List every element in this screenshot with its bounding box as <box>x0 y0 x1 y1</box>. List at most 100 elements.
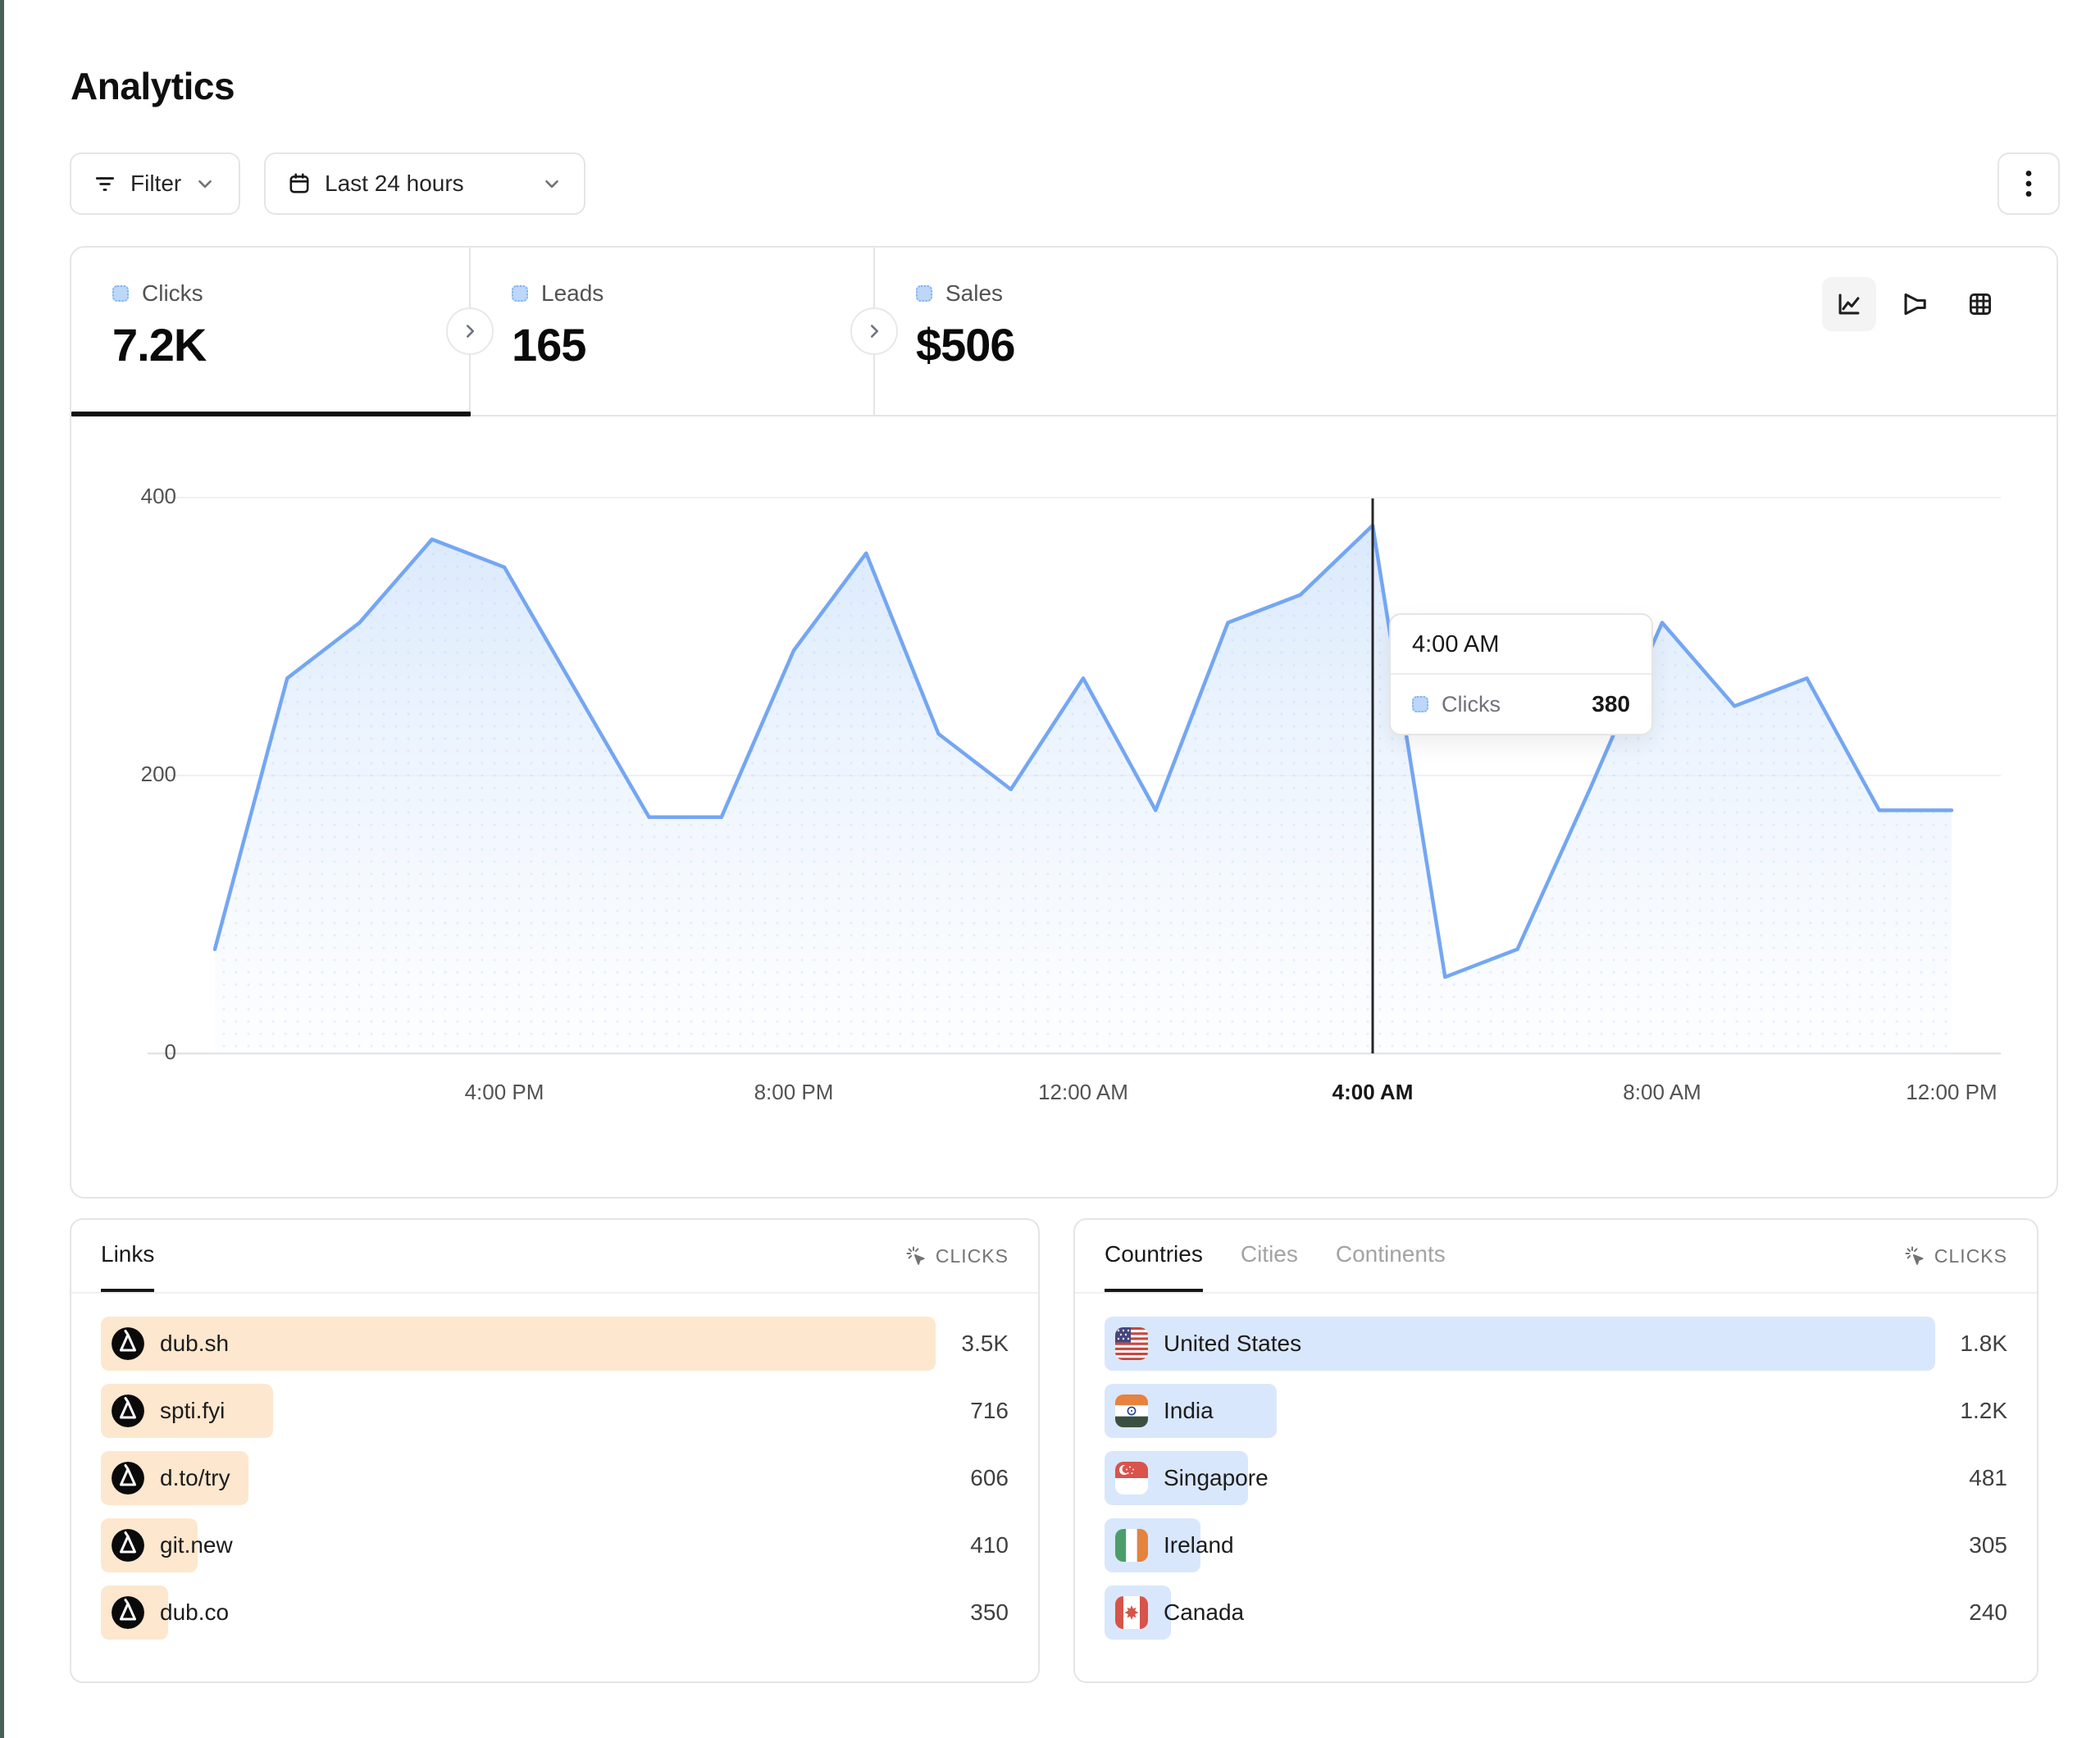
line-chart-icon <box>1834 289 1864 319</box>
cursor-rays-icon <box>1903 1244 1926 1267</box>
countries-metric-label: CLICKS <box>1934 1245 2007 1267</box>
chevron-down-icon <box>194 173 216 194</box>
y-tick-400: 400 <box>94 484 176 509</box>
list-item-canada[interactable]: Canada 240 <box>1105 1586 2007 1640</box>
expand-clicks-button[interactable] <box>446 307 494 355</box>
sales-value: $506 <box>916 318 1015 371</box>
ca-flag-icon <box>1115 1596 1148 1629</box>
row-label: Singapore <box>1164 1465 1269 1491</box>
row-label: United States <box>1164 1331 1301 1357</box>
active-tab-underline <box>71 412 471 416</box>
tab-sales[interactable]: Sales $506 <box>875 248 1278 416</box>
chevron-down-icon <box>541 173 563 194</box>
list-item-dub-co[interactable]: dub.co 350 <box>101 1586 1009 1640</box>
tab-continents-label: Continents <box>1336 1241 1446 1267</box>
tab-countries-label: Countries <box>1105 1241 1203 1267</box>
row-label: dub.sh <box>160 1331 229 1357</box>
row-label: dub.co <box>160 1599 229 1626</box>
row-label: Ireland <box>1164 1532 1234 1558</box>
us-flag-icon <box>1115 1327 1148 1360</box>
tab-links[interactable]: Links <box>101 1220 154 1292</box>
stat-label: Clicks <box>142 280 203 307</box>
list-item-united-states[interactable]: United States 1.8K <box>1105 1317 2007 1371</box>
cursor-rays-icon <box>904 1244 927 1267</box>
more-options-button[interactable] <box>1998 152 2060 215</box>
row-label: India <box>1164 1398 1214 1424</box>
list-item-dub-sh[interactable]: dub.sh 3.5K <box>101 1317 1009 1371</box>
tab-leads[interactable]: Leads 165 <box>471 248 873 416</box>
dub-logo-icon <box>112 1394 144 1427</box>
list-item-ireland[interactable]: Ireland 305 <box>1105 1518 2007 1572</box>
x-tick-400pm: 4:00 PM <box>439 1080 570 1105</box>
tooltip-value: 380 <box>1592 691 1630 717</box>
dub-logo-icon <box>112 1529 144 1562</box>
row-label: d.to/try <box>160 1465 230 1491</box>
vertical-dots-icon <box>2016 170 2041 198</box>
row-label: spti.fyi <box>160 1398 225 1424</box>
clicks-marker-icon <box>1412 696 1428 712</box>
stat-label: Leads <box>541 280 604 307</box>
clicks-marker-icon <box>112 285 129 302</box>
stats-tabs-row: Clicks 7.2K Leads 165 Sales $506 <box>71 248 2057 416</box>
chart-tooltip: 4:00 AM Clicks 380 <box>1389 613 1653 735</box>
area-dot-pattern <box>215 525 1952 1053</box>
list-item-singapore[interactable]: Singapore 481 <box>1105 1451 2007 1505</box>
tooltip-time: 4:00 AM <box>1391 615 1651 675</box>
row-value: 1.2K <box>1960 1398 2007 1424</box>
countries-panel: Countries Cities Continents CLICKS Unite… <box>1073 1218 2039 1683</box>
countries-metric-header[interactable]: CLICKS <box>1903 1244 2007 1267</box>
links-metric-label: CLICKS <box>936 1245 1009 1267</box>
x-tick-1200am: 12:00 AM <box>1018 1080 1149 1105</box>
links-metric-header[interactable]: CLICKS <box>904 1244 1009 1267</box>
dub-logo-icon <box>112 1327 144 1360</box>
list-item-git-new[interactable]: git.new410 <box>101 1518 1009 1572</box>
y-tick-0: 0 <box>94 1040 176 1065</box>
tab-cities[interactable]: Cities <box>1241 1220 1298 1292</box>
row-value: 240 <box>1969 1599 2007 1626</box>
list-item-spti-fyi[interactable]: spti.fyi 716 <box>101 1384 1009 1438</box>
ie-flag-icon <box>1115 1529 1148 1562</box>
table-grid-icon <box>1966 289 1995 319</box>
leads-marker-icon <box>512 285 528 302</box>
date-range-button[interactable]: Last 24 hours <box>264 152 585 215</box>
row-value: 410 <box>970 1532 1009 1558</box>
page-title: Analytics <box>71 64 235 108</box>
clicks-value: 7.2K <box>112 318 206 371</box>
calendar-icon <box>287 171 312 196</box>
list-item-d-to-try[interactable]: d.to/try 606 <box>101 1451 1009 1505</box>
table-view-button[interactable] <box>1953 277 2007 331</box>
tab-cities-label: Cities <box>1241 1241 1298 1267</box>
row-value: 350 <box>970 1599 1009 1626</box>
tab-clicks[interactable]: Clicks 7.2K <box>71 248 469 416</box>
row-value: 481 <box>1969 1465 2007 1491</box>
filter-button[interactable]: Filter <box>70 152 240 215</box>
row-value: 1.8K <box>1960 1331 2007 1357</box>
stat-label: Sales <box>945 280 1003 307</box>
clicks-area-chart[interactable] <box>148 490 2001 1064</box>
tab-continents[interactable]: Continents <box>1336 1220 1446 1292</box>
tooltip-series-label: Clicks <box>1442 692 1501 717</box>
links-panel: Links CLICKS dub.sh 3.5K spti.fyi 716 d.to/t… <box>70 1218 1040 1683</box>
sales-marker-icon <box>916 285 932 302</box>
dub-logo-icon <box>112 1596 144 1629</box>
y-tick-200: 200 <box>94 762 176 787</box>
funnel-chart-view-button[interactable] <box>1888 277 1942 331</box>
in-flag-icon <box>1115 1394 1148 1427</box>
row-value: 716 <box>970 1398 1009 1424</box>
row-value: 3.5K <box>961 1331 1009 1357</box>
row-value: 606 <box>970 1465 1009 1491</box>
funnel-chart-icon <box>1900 289 1929 319</box>
leads-value: 165 <box>512 318 604 371</box>
tab-countries[interactable]: Countries <box>1105 1220 1203 1292</box>
filter-icon <box>93 171 117 196</box>
x-tick-800pm: 8:00 PM <box>728 1080 859 1105</box>
list-item-india[interactable]: India 1.2K <box>1105 1384 2007 1438</box>
x-tick-1200pm: 12:00 PM <box>1886 1080 2017 1105</box>
chart-view-toggles <box>1822 277 2007 331</box>
line-chart-view-button[interactable] <box>1822 277 1876 331</box>
row-value: 305 <box>1969 1532 2007 1558</box>
dub-logo-icon <box>112 1462 144 1495</box>
row-label: Canada <box>1164 1599 1244 1626</box>
left-edge-strip <box>0 0 4 1738</box>
expand-leads-button[interactable] <box>850 307 898 355</box>
